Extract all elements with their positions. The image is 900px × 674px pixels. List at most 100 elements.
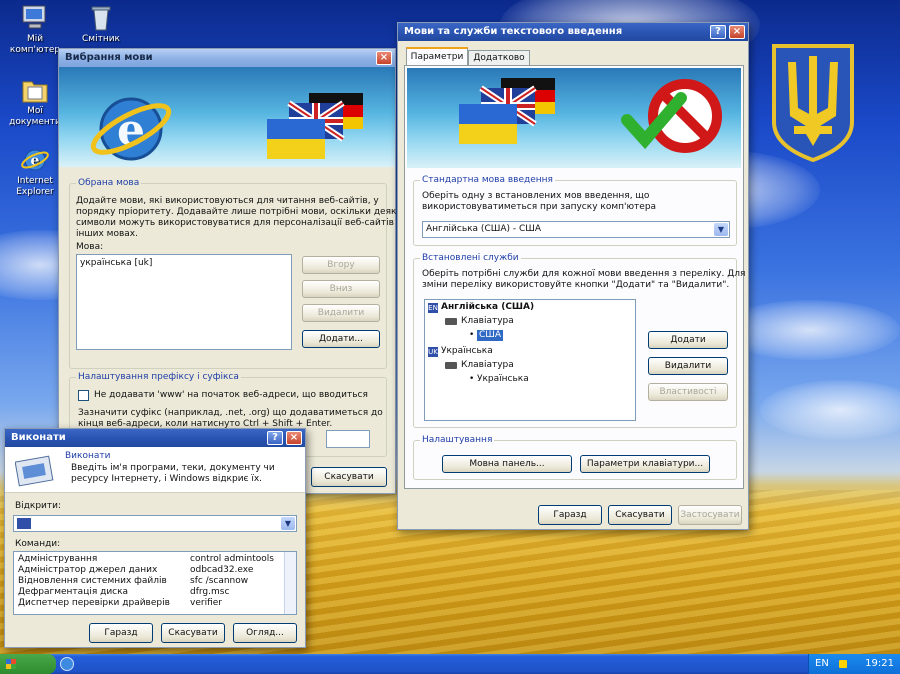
description-line: використовуватиметься при запуску комп'ю… — [422, 202, 657, 212]
add-service-button[interactable]: Додати — [648, 331, 728, 349]
tree-item[interactable]: Українська — [441, 346, 493, 357]
en-lang-icon: EN — [428, 303, 438, 313]
command-value: dfrg.msc — [190, 587, 230, 597]
window-title: Мови та служби текстового введення — [404, 26, 623, 37]
window-titlebar[interactable]: Вибрання мови × — [59, 49, 395, 67]
run-history-icon — [17, 518, 31, 529]
language-flags-icon — [457, 78, 567, 151]
tab-advanced[interactable]: Додатково — [468, 50, 530, 65]
remove-button[interactable]: Видалити — [302, 304, 380, 322]
commands-list[interactable]: Адміністрування control admintools Адмін… — [13, 551, 297, 615]
browse-button[interactable]: Огляд... — [233, 623, 297, 643]
command-name[interactable]: Дефрагментація диска — [18, 587, 128, 598]
language-indicator[interactable]: EN — [815, 654, 829, 674]
close-icon[interactable]: × — [376, 51, 392, 65]
taskbar: EN 19:21 — [0, 654, 900, 674]
command-name[interactable]: Адміністрування — [18, 554, 97, 565]
no-www-checkbox[interactable] — [78, 390, 89, 401]
suffix-input[interactable] — [326, 430, 370, 448]
close-icon[interactable]: × — [286, 431, 302, 445]
tree-item-selected[interactable]: США — [477, 330, 504, 341]
tree-item[interactable]: Українська — [477, 374, 529, 385]
command-value: odbcad32.exe — [190, 565, 254, 575]
services-tree[interactable]: EN Англійська (США) Клавіатура • США UK … — [424, 299, 636, 421]
group-title: Стандартна мова введення — [420, 175, 555, 185]
window-title: Вибрання мови — [65, 52, 153, 63]
recycle-bin-icon — [86, 4, 116, 32]
ok-button[interactable]: Гаразд — [89, 623, 153, 643]
help-icon[interactable]: ? — [267, 431, 283, 445]
system-tray: EN 19:21 — [808, 654, 900, 674]
text-services-window: Мови та служби текстового введення ? × П… — [397, 22, 749, 530]
run-header-text: ресурсу Інтернету, і Windows відкриє їх. — [71, 474, 263, 484]
command-value: verifier — [190, 598, 222, 608]
tab-panel: Стандартна мова введення Оберіть одну з … — [404, 65, 745, 489]
internet-explorer-icon[interactable] — [60, 657, 74, 671]
open-label: Відкрити: — [15, 501, 62, 511]
desktop-icon-my-computer[interactable]: Мій комп'ютер — [4, 4, 66, 56]
properties-button[interactable]: Властивості — [648, 383, 728, 401]
window-titlebar[interactable]: Мови та служби текстового введення ? × — [398, 23, 748, 41]
clock[interactable]: 19:21 — [865, 654, 894, 674]
desktop-icon-internet-explorer[interactable]: e Internet Explorer — [4, 146, 66, 198]
cancel-button[interactable]: Скасувати — [161, 623, 225, 643]
commands-scrollbar[interactable] — [284, 552, 296, 614]
command-value: sfc /scannow — [190, 576, 249, 586]
move-down-button[interactable]: Вниз — [302, 280, 380, 298]
desktop-icon-recycle-bin[interactable]: Смітник — [70, 4, 132, 45]
close-icon[interactable]: × — [729, 25, 745, 39]
installed-services-group: Встановлені служби Оберіть потрібні служ… — [413, 253, 745, 428]
default-language-group: Стандартна мова введення Оберіть одну з … — [413, 175, 737, 246]
internet-explorer-icon: e — [20, 146, 50, 174]
cancel-button[interactable]: Скасувати — [311, 467, 387, 487]
group-title: Налаштування префіксу і суфікса — [76, 372, 241, 382]
language-list[interactable]: українська [uk] — [76, 254, 292, 350]
add-button[interactable]: Додати... — [302, 330, 380, 348]
bullet-icon: • — [469, 374, 475, 384]
internet-explorer-icon: e — [89, 89, 175, 167]
start-button[interactable] — [0, 654, 56, 674]
group-title: Встановлені служби — [420, 253, 521, 263]
remove-service-button[interactable]: Видалити — [648, 357, 728, 375]
description-line: порядку пріоритету. Додавайте лише потрі… — [76, 207, 399, 217]
open-combo[interactable]: ▼ — [13, 515, 297, 532]
volume-icon[interactable] — [839, 660, 847, 668]
move-up-button[interactable]: Вгору — [302, 256, 380, 274]
desktop-icon-label: Смітник — [82, 34, 120, 44]
tab-settings[interactable]: Параметри — [406, 47, 468, 65]
window-titlebar[interactable]: Виконати ? × — [5, 429, 305, 447]
desktop-icon-my-documents[interactable]: Мої документи — [4, 76, 66, 128]
list-item[interactable]: українська [uk] — [80, 258, 152, 269]
ok-button[interactable]: Гаразд — [538, 505, 602, 525]
language-bar-button[interactable]: Мовна панель... — [442, 455, 572, 473]
chevron-down-icon[interactable]: ▼ — [714, 223, 728, 236]
desktop-icon-label: Internet Explorer — [16, 176, 54, 197]
commands-label: Команди: — [15, 539, 61, 549]
description-line: зміни переліку використовуйте кнопки "До… — [422, 280, 730, 290]
tree-item[interactable]: Клавіатура — [461, 360, 514, 371]
tree-item[interactable]: Англійська (США) — [441, 302, 534, 313]
banner — [407, 68, 741, 168]
settings-group: Налаштування Мовна панель... Параметри к… — [413, 435, 737, 480]
bullet-icon: • — [469, 330, 475, 340]
language-list-label: Мова: — [76, 242, 104, 252]
tree-item[interactable]: Клавіатура — [461, 316, 514, 327]
desktop-icon-label: Мої документи — [9, 106, 61, 127]
key-settings-button[interactable]: Параметри клавіатури... — [580, 455, 710, 473]
command-name[interactable]: Диспетчер перевірки драйверів — [18, 598, 170, 609]
command-name[interactable]: Адміністратор джерел даних — [18, 565, 157, 576]
chevron-down-icon[interactable]: ▼ — [281, 517, 295, 530]
keyboard-icon — [445, 362, 457, 369]
uk-lang-icon: UK — [428, 347, 438, 357]
suffix-description: Зазначити суфікс (наприклад, .net, .org)… — [78, 408, 383, 418]
command-name[interactable]: Відновлення системних файлів — [18, 576, 167, 587]
ukraine-trident-icon — [770, 42, 856, 163]
desktop-icon-label: Мій комп'ютер — [9, 34, 61, 55]
default-language-select[interactable]: Англійська (США) - США ▼ — [422, 221, 730, 238]
apply-button[interactable]: Застосувати — [678, 505, 742, 525]
my-computer-icon — [20, 4, 50, 32]
keyboard-icon — [445, 318, 457, 325]
cancel-button[interactable]: Скасувати — [608, 505, 672, 525]
no-sign-checkmark-icon — [621, 76, 731, 165]
help-icon[interactable]: ? — [710, 25, 726, 39]
